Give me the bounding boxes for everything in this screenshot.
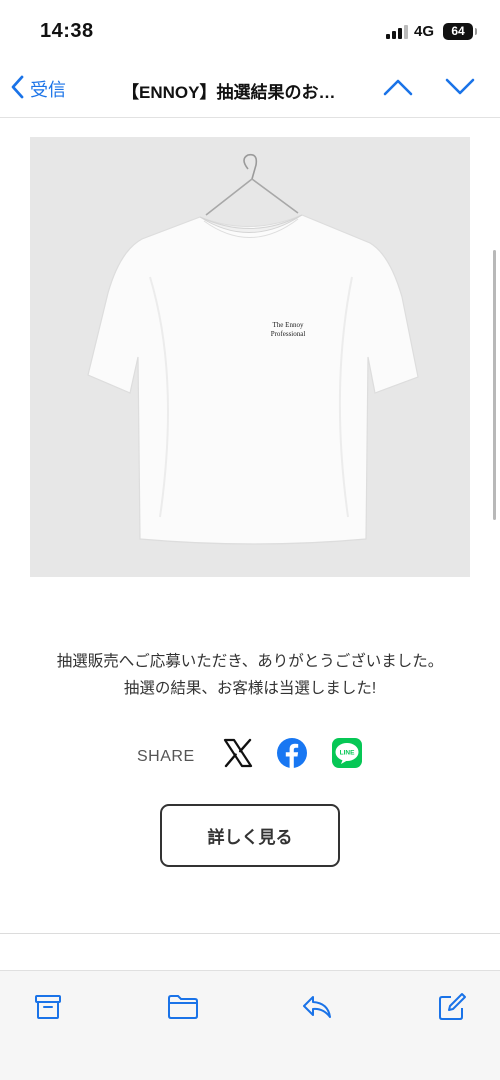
lottery-message: 抽選販売へご応募いただき、ありがとうございました。 抽選の結果、お客様は当選しま… [0, 648, 500, 702]
line-icon[interactable]: LINE [331, 737, 363, 769]
network-type: 4G [414, 23, 435, 40]
status-bar: 14:38 4G 64 [0, 0, 500, 62]
back-label: 受信 [30, 80, 66, 100]
signal-icon [386, 25, 408, 39]
shirt-print-line2: Professional [271, 330, 306, 338]
chevron-left-icon [10, 75, 24, 104]
status-time: 14:38 [40, 20, 94, 42]
archive-icon [34, 994, 62, 1025]
scroll-indicator[interactable] [493, 250, 496, 520]
reply-icon [301, 994, 333, 1025]
previous-message-button[interactable] [381, 74, 415, 104]
archive-button[interactable] [30, 993, 66, 1025]
facebook-icon[interactable] [276, 737, 308, 769]
compose-icon [437, 992, 467, 1027]
reply-button[interactable] [299, 993, 335, 1025]
message-line-1: 抽選販売へご応募いただき、ありがとうございました。 [56, 653, 444, 670]
line-icon-text: LINE [340, 750, 355, 757]
shirt-print-line1: The Ennoy [273, 321, 304, 329]
message-line-2: 抽選の結果、お客様は当選しました! [123, 680, 377, 697]
nav-bar: 受信 【ENNOY】抽選結果のお… [0, 62, 500, 118]
next-message-button[interactable] [443, 74, 477, 104]
bottom-toolbar [0, 970, 500, 1080]
folder-icon [167, 994, 199, 1025]
chevron-up-icon [383, 78, 413, 101]
back-button[interactable]: 受信 [10, 74, 66, 104]
view-details-button[interactable]: 詳しく見る [160, 804, 340, 867]
chevron-down-icon [445, 78, 475, 101]
share-label: SHARE [137, 748, 195, 765]
move-to-folder-button[interactable] [165, 993, 201, 1025]
message-subject: 【ENNOY】抽選結果のお… [122, 83, 336, 102]
tshirt-image: The Ennoy Professional [87, 153, 419, 545]
battery-icon: 64 [443, 23, 477, 40]
compose-button[interactable] [434, 992, 470, 1027]
divider [0, 933, 500, 934]
product-image[interactable]: The Ennoy Professional [30, 137, 470, 577]
share-row: SHARE LINE [0, 735, 500, 771]
x-icon[interactable] [222, 737, 254, 769]
